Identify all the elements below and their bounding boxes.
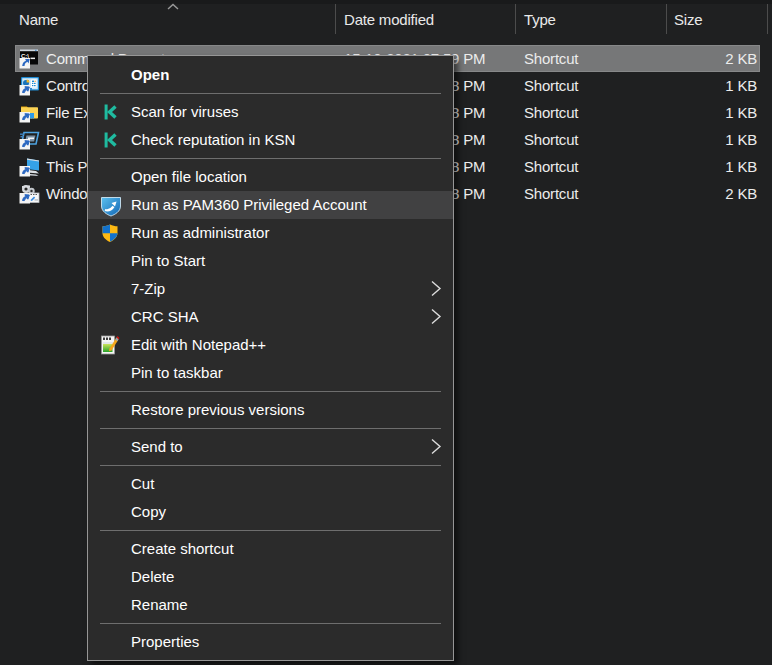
svg-text:C:\: C:\ [21,53,29,59]
